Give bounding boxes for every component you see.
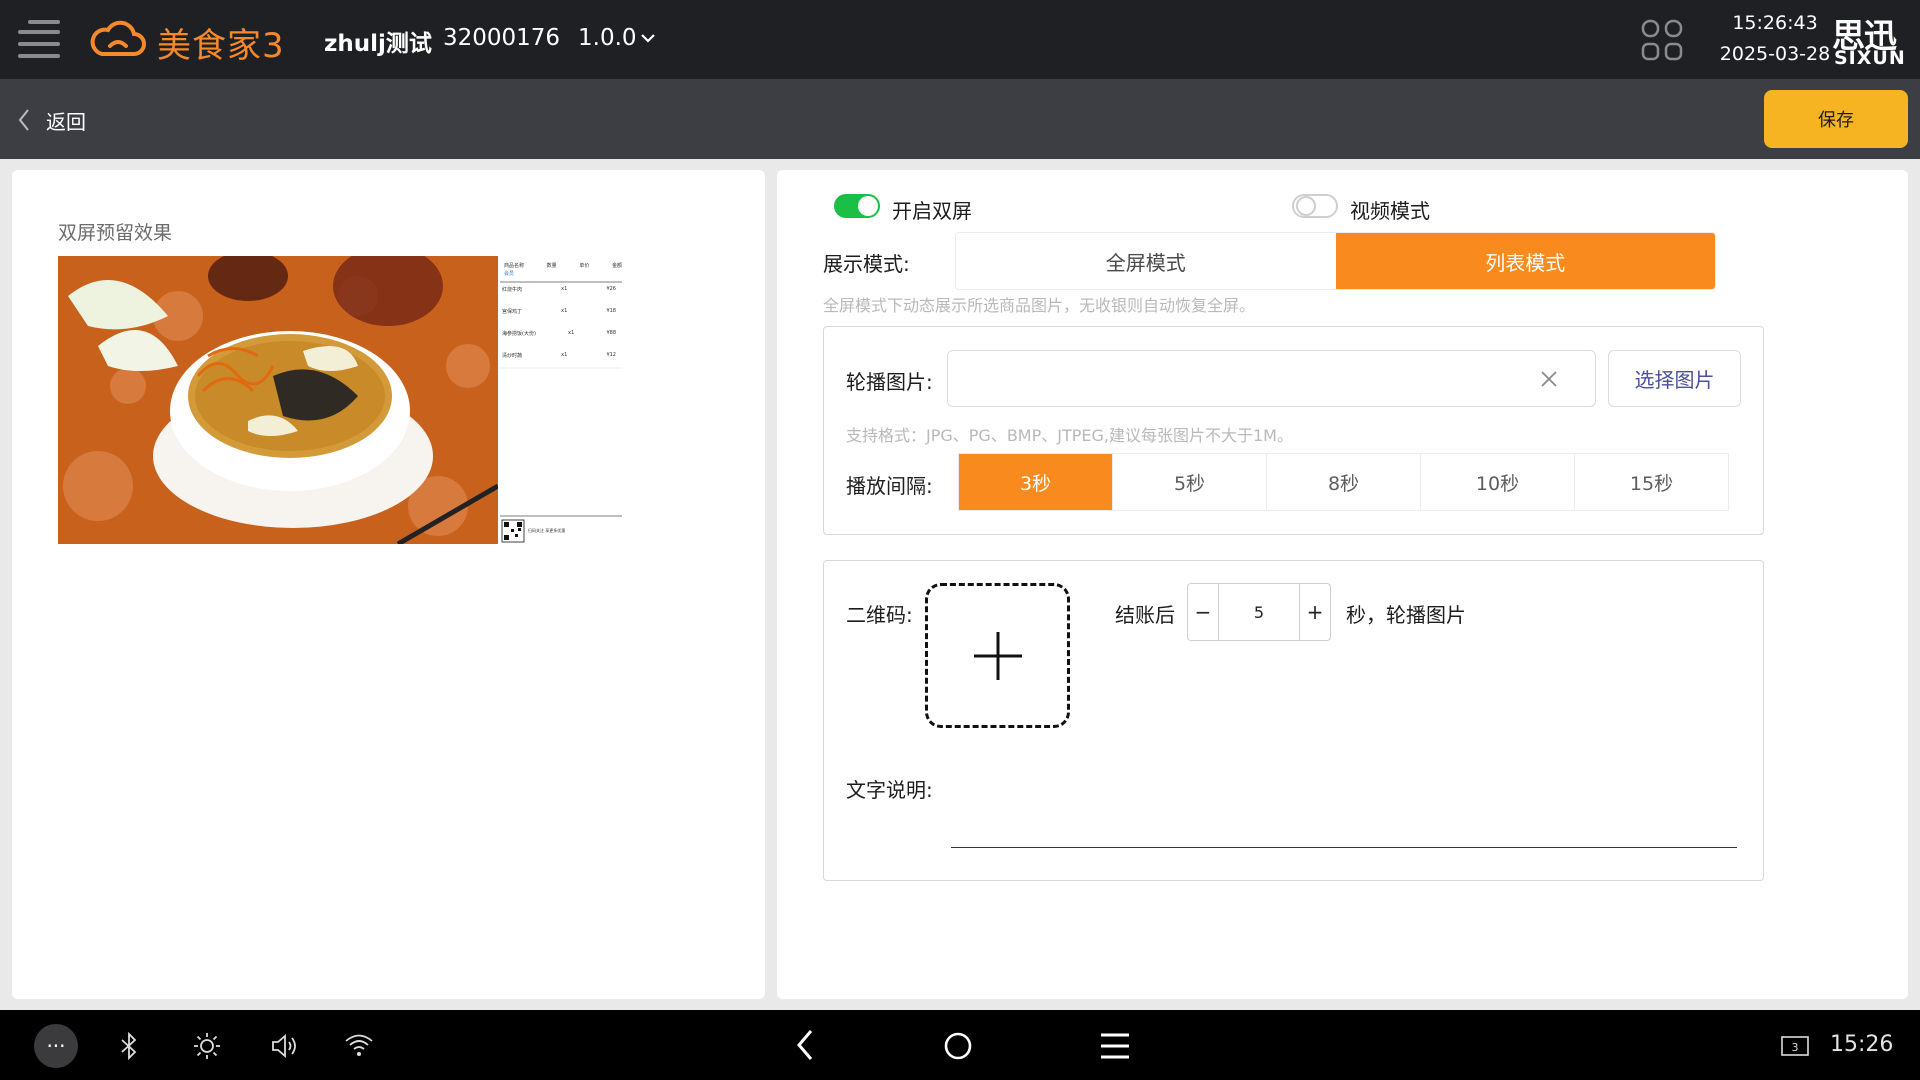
wifi-icon[interactable]: [344, 1032, 374, 1058]
mini-list-row: 清炒时蔬 x1 ¥12: [502, 352, 616, 359]
top-bar: 美食家3 zhulj测试 32000176 1.0.0 15:26:43 202…: [0, 0, 1920, 79]
sub-bar: 返回: [0, 79, 1920, 159]
interval-label: 播放间隔:: [846, 474, 933, 498]
format-hint: 支持格式：JPG、PG、BMP、JTPEG,建议每张图片不大于1M。: [846, 426, 1293, 445]
text-desc-input[interactable]: [951, 847, 1737, 848]
volume-icon[interactable]: [270, 1032, 298, 1060]
display-mode-hint: 全屏模式下动态展示所选商品图片，无收银则自动恢复全屏。: [823, 296, 1256, 315]
interval-8s[interactable]: 8秒: [1267, 454, 1421, 510]
store-name: zhulj测试: [324, 31, 432, 57]
nav-back-icon[interactable]: [794, 1028, 816, 1062]
stepper-value[interactable]: 5: [1218, 584, 1300, 640]
close-icon[interactable]: [1539, 369, 1559, 389]
choose-image-button[interactable]: 选择图片: [1608, 350, 1741, 407]
stepper-minus-button[interactable]: −: [1188, 584, 1218, 640]
preview-panel: 双屏预留效果 商品名称 数量 单价 金额 会员 红烧牛肉 x1 ¥26 宫保鸡丁…: [12, 170, 765, 999]
brand-logo-en: SIXUN: [1834, 47, 1906, 69]
nav-time: 15:26: [1830, 1032, 1894, 1057]
cloud-logo-icon: [90, 20, 146, 56]
apps-grid-icon[interactable]: [1640, 18, 1684, 62]
text-desc-label: 文字说明:: [846, 778, 933, 802]
interval-15s[interactable]: 15秒: [1575, 454, 1728, 510]
more-button[interactable]: ···: [34, 1024, 78, 1068]
after-checkout-suffix: 秒，轮播图片: [1346, 603, 1466, 627]
system-nav-bar: ··· 3 15:26: [0, 1010, 1920, 1080]
carousel-image-input[interactable]: [947, 350, 1596, 407]
food-image: [58, 256, 498, 544]
chevron-left-icon: [18, 109, 29, 131]
dual-screen-toggle[interactable]: [834, 194, 880, 218]
mini-qr-text: 扫码关注 享更多优惠: [528, 528, 566, 533]
back-button[interactable]: 返回: [16, 103, 86, 137]
save-button[interactable]: 保存: [1764, 90, 1908, 148]
stepper-plus-button[interactable]: +: [1300, 584, 1330, 640]
chevron-down-icon[interactable]: [640, 32, 656, 44]
store-id: 32000176: [443, 25, 561, 51]
brightness-icon[interactable]: [193, 1032, 221, 1060]
after-checkout-label: 结账后: [1115, 603, 1175, 627]
settings-panel: 开启双屏 视频模式 展示模式: 全屏模式 列表模式 全屏模式下动态展示所选商品图…: [777, 170, 1908, 999]
display-mode-fullscreen[interactable]: 全屏模式: [956, 233, 1336, 289]
app-name: 美食家3: [157, 26, 285, 66]
menu-icon[interactable]: [18, 17, 60, 59]
bluetooth-icon[interactable]: [118, 1032, 140, 1060]
display-mode-selector: 全屏模式 列表模式: [955, 232, 1716, 290]
preview-title: 双屏预留效果: [58, 222, 173, 244]
dual-screen-preview: 商品名称 数量 单价 金额 会员 红烧牛肉 x1 ¥26 宫保鸡丁 x1 ¥18 海参捞…: [58, 256, 622, 544]
header-date: 2025-03-28: [1719, 43, 1831, 65]
dual-screen-label: 开启双屏: [892, 199, 972, 223]
qr-settings-box: 二维码: 结账后 − 5 + 秒，轮播图片 文字说明:: [823, 560, 1764, 881]
mini-order-list: 商品名称 数量 单价 金额 会员 红烧牛肉 x1 ¥26 宫保鸡丁 x1 ¥18 海参捞…: [498, 256, 622, 544]
carousel-label: 轮播图片:: [846, 370, 933, 394]
recent-apps-icon[interactable]: 3: [1780, 1034, 1810, 1058]
mini-list-row: 宫保鸡丁 x1 ¥18: [502, 308, 616, 315]
display-mode-list[interactable]: 列表模式: [1335, 233, 1715, 289]
mini-list-rows: 红烧牛肉 x1 ¥26 宫保鸡丁 x1 ¥18 海参捞饭(大份) x1 ¥88 清炒时蔬 x1…: [502, 286, 616, 374]
mini-list-header: 商品名称 数量 单价 金额: [504, 263, 622, 269]
back-label: 返回: [46, 109, 86, 134]
interval-3s[interactable]: 3秒: [959, 454, 1113, 510]
header-time: 15:26:43: [1732, 12, 1818, 34]
nav-home-icon[interactable]: [943, 1031, 973, 1061]
add-qr-button[interactable]: [925, 583, 1070, 728]
qr-label: 二维码:: [846, 603, 913, 627]
mini-list-member: 会员: [504, 271, 515, 277]
recent-apps-badge: 3: [1792, 1041, 1799, 1054]
video-mode-toggle[interactable]: [1292, 194, 1338, 218]
interval-10s[interactable]: 10秒: [1421, 454, 1575, 510]
after-checkout-stepper: − 5 +: [1187, 583, 1331, 641]
mini-list-row: 海参捞饭(大份) x1 ¥88: [502, 330, 616, 337]
interval-selector: 3秒 5秒 8秒 10秒 15秒: [958, 453, 1729, 511]
nav-menu-icon[interactable]: [1099, 1032, 1131, 1060]
version-selector[interactable]: 1.0.0: [578, 25, 637, 51]
carousel-settings-box: 轮播图片: 选择图片 支持格式：JPG、PG、BMP、JTPEG,建议每张图片不…: [823, 326, 1764, 535]
video-mode-label: 视频模式: [1350, 199, 1430, 223]
plus-icon: [973, 631, 1022, 680]
mini-list-row: 红烧牛肉 x1 ¥26: [502, 286, 616, 293]
interval-5s[interactable]: 5秒: [1113, 454, 1267, 510]
display-mode-label: 展示模式:: [823, 252, 910, 276]
